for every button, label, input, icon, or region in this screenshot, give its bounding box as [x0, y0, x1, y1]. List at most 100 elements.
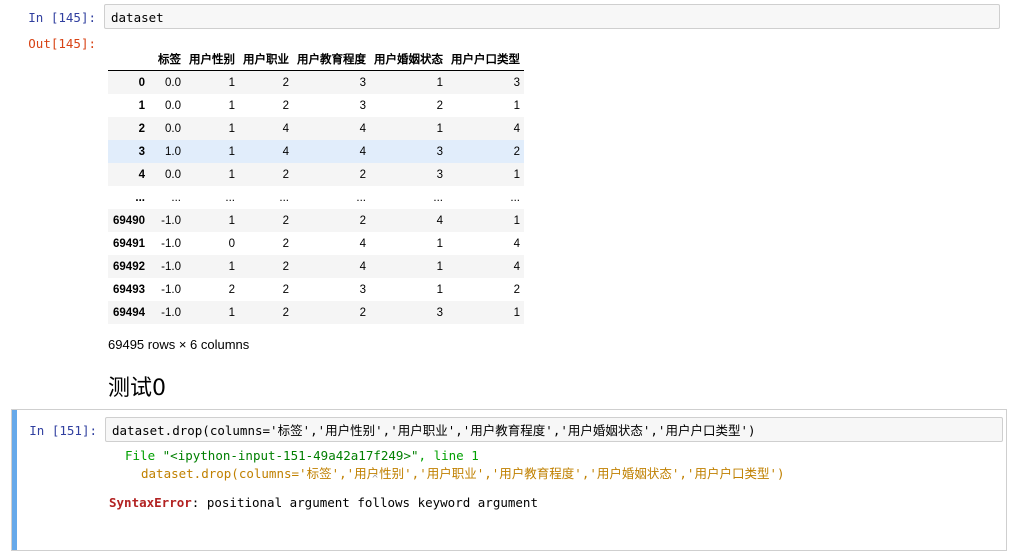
table-cell: -1.0 — [161, 260, 181, 273]
traceback-caret: ^ — [372, 474, 379, 485]
table-cell: 1 — [513, 99, 520, 112]
column-header — [108, 48, 149, 71]
table-cell: 3 — [359, 99, 366, 112]
table-cell: -1.0 — [161, 214, 181, 227]
table-cell: 1 — [228, 168, 235, 181]
table-row: 69494 -1.0 1 2 2 3 1 — [108, 301, 524, 324]
table-cell: 1 — [436, 260, 443, 273]
table-cell: 3 — [359, 76, 366, 89]
table-cell: 0.0 — [165, 76, 181, 89]
dataframe-table: 标签 用户性别 用户职业 用户教育程度 用户婚姻状态 用户户口类型 0 0.0 1 2… — [108, 48, 524, 324]
table-cell: 0.0 — [165, 168, 181, 181]
table-cell: -1.0 — [161, 306, 181, 319]
row-index: 69493 — [113, 283, 145, 296]
column-header: 用户性别 — [185, 48, 239, 71]
table-cell: 2 — [359, 168, 366, 181]
table-row: 0 0.0 1 2 3 1 3 — [108, 70, 524, 94]
row-index: 69494 — [113, 306, 145, 319]
table-cell: 1 — [436, 76, 443, 89]
row-index: 0 — [138, 76, 145, 89]
table-cell: ... — [225, 191, 235, 204]
error-message: : positional argument follows keyword ar… — [191, 495, 538, 510]
column-header: 用户婚姻状态 — [370, 48, 447, 71]
row-index: 2 — [138, 122, 145, 135]
table-cell: 1 — [436, 122, 443, 135]
table-cell: 4 — [513, 122, 520, 135]
row-index: 1 — [138, 99, 145, 112]
table-cell: 1 — [513, 306, 520, 319]
table-cell: 1 — [436, 283, 443, 296]
table-cell: 4 — [359, 237, 366, 250]
cell2-container[interactable]: In [151]: dataset.drop(columns='标签','用户性… — [11, 409, 1007, 551]
table-cell: 4 — [513, 260, 520, 273]
table-cell: ... — [510, 191, 520, 204]
row-index: 4 — [138, 168, 145, 181]
table-cell: 2 — [359, 306, 366, 319]
table-cell: -1.0 — [161, 283, 181, 296]
table-cell: ... — [356, 191, 366, 204]
table-row: 1 0.0 1 2 3 2 1 — [108, 94, 524, 117]
table-cell: 2 — [282, 99, 289, 112]
table-cell: 2 — [282, 168, 289, 181]
row-index: 3 — [138, 145, 145, 158]
table-cell: 1 — [228, 99, 235, 112]
table-row: ..................... — [108, 186, 524, 209]
cell1-out-prompt: Out[145]: — [28, 36, 96, 51]
table-cell: 1 — [228, 306, 235, 319]
table-row: 69491 -1.0 0 2 4 1 4 — [108, 232, 524, 255]
row-index: 69491 — [113, 237, 145, 250]
table-cell: 0 — [228, 237, 235, 250]
cell2-code-input[interactable]: dataset.drop(columns='标签','用户性别','用户职业',… — [105, 417, 1003, 442]
table-cell: 3 — [436, 306, 443, 319]
table-cell: 2 — [359, 214, 366, 227]
table-cell: 2 — [282, 283, 289, 296]
column-header: 用户教育程度 — [293, 48, 370, 71]
table-cell: 4 — [359, 122, 366, 135]
table-cell: 4 — [282, 145, 289, 158]
table-cell: 2 — [282, 260, 289, 273]
error-type: SyntaxError — [109, 495, 192, 510]
cell1-in-prompt: In [145]: — [28, 10, 96, 25]
table-cell: ... — [433, 191, 443, 204]
table-cell: 1 — [436, 237, 443, 250]
row-index: 69492 — [113, 260, 145, 273]
table-cell: 4 — [359, 260, 366, 273]
markdown-heading: 测试0 — [108, 376, 166, 401]
table-cell: 0.0 — [165, 122, 181, 135]
cell2-in-prompt: In [151]: — [29, 423, 97, 438]
table-cell: -1.0 — [161, 237, 181, 250]
table-cell: 1 — [513, 168, 520, 181]
cell1-code-input[interactable]: dataset — [104, 4, 1000, 29]
table-cell: 4 — [359, 145, 366, 158]
table-cell: 2 — [282, 76, 289, 89]
table-cell: 2 — [282, 214, 289, 227]
table-cell: 1 — [228, 214, 235, 227]
table-cell: 1 — [228, 122, 235, 135]
table-header-row: 标签 用户性别 用户职业 用户教育程度 用户婚姻状态 用户户口类型 — [108, 48, 524, 71]
traceback-code-line: dataset.drop(columns='标签','用户性别','用户职业',… — [141, 466, 785, 481]
table-row: 69493 -1.0 2 2 3 1 2 — [108, 278, 524, 301]
table-cell: 4 — [282, 122, 289, 135]
table-cell: 2 — [282, 306, 289, 319]
table-cell: 3 — [513, 76, 520, 89]
table-cell: 0.0 — [165, 99, 181, 112]
table-cell: 2 — [282, 237, 289, 250]
column-header: 用户户口类型 — [447, 48, 524, 71]
table-cell: 1.0 — [165, 145, 181, 158]
traceback-file-keyword: File — [125, 448, 156, 463]
table-cell: 3 — [436, 168, 443, 181]
table-row: 4 0.0 1 2 2 3 1 — [108, 163, 524, 186]
table-cell: 2 — [228, 283, 235, 296]
table-cell: 1 — [228, 76, 235, 89]
table-cell: 4 — [513, 237, 520, 250]
column-header: 用户职业 — [239, 48, 293, 71]
table-cell: 1 — [228, 260, 235, 273]
table-row: 69492 -1.0 1 2 4 1 4 — [108, 255, 524, 278]
table-row: 69490 -1.0 1 2 2 4 1 — [108, 209, 524, 232]
traceback-line: , line 1 — [418, 448, 479, 463]
table-cell: 3 — [436, 145, 443, 158]
row-index: 69490 — [113, 214, 145, 227]
table-cell: 2 — [513, 283, 520, 296]
traceback-file-name: "<ipython-input-151-49a42a17f249>" — [162, 448, 419, 463]
table-cell: ... — [171, 191, 181, 204]
